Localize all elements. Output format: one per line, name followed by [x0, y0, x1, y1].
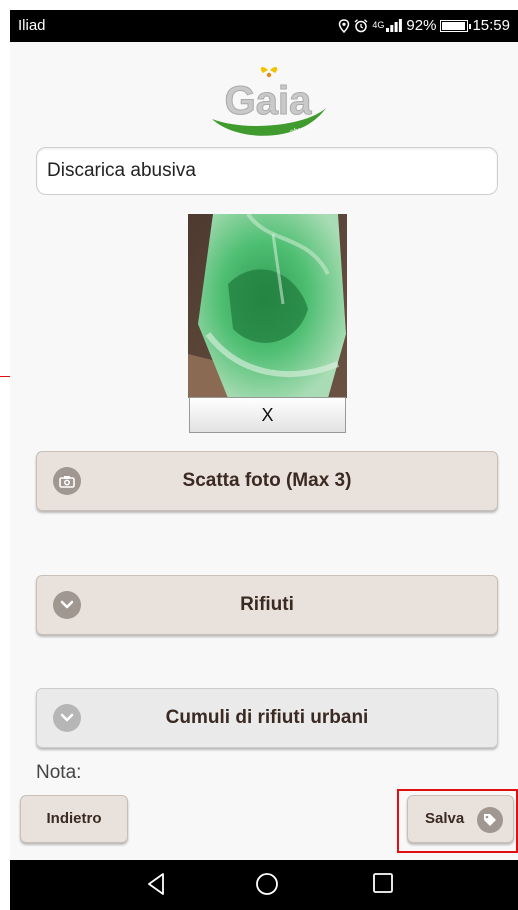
logo-wordmark: Gaia — [225, 79, 312, 123]
butterfly-icon — [260, 66, 278, 78]
alarm-icon — [354, 18, 368, 33]
bottom-toolbar: Indietro Salva — [10, 780, 518, 860]
back-triangle-icon[interactable] — [146, 872, 166, 901]
recents-square-icon[interactable] — [372, 872, 394, 899]
network-type: 4G — [372, 20, 385, 30]
remove-photo-button[interactable]: X — [189, 397, 346, 433]
report-title-input[interactable] — [36, 147, 498, 195]
take-photo-button[interactable]: Scatta foto (Max 3) — [36, 451, 498, 511]
clock: 15:59 — [472, 17, 510, 34]
location-icon — [338, 18, 350, 33]
battery-icon — [440, 19, 472, 32]
photo-thumbnail — [188, 214, 347, 398]
save-button-label: Salva — [425, 810, 465, 827]
subcategory-dropdown[interactable]: Cumuli di rifiuti urbani — [36, 688, 498, 748]
home-circle-icon[interactable] — [255, 872, 279, 901]
carrier-name: Iliad — [18, 17, 46, 34]
status-bar: Iliad 4G 92% 15:59 — [10, 10, 518, 42]
battery-percent: 92% — [406, 17, 437, 34]
back-button-label: Indietro — [46, 810, 102, 827]
signal-icon — [386, 19, 403, 32]
category-label: Rifiuti — [240, 594, 294, 615]
save-button[interactable]: Salva — [407, 795, 514, 843]
back-button[interactable]: Indietro — [20, 795, 128, 843]
category-dropdown[interactable]: Rifiuti — [36, 575, 498, 635]
subcategory-label: Cumuli di rifiuti urbani — [165, 707, 369, 728]
status-icons: 4G 92% 15:59 — [338, 17, 510, 34]
phone-screen: Iliad 4G 92% 15:59 Gaia observer Discari… — [10, 10, 518, 910]
note-label: Nota: — [36, 762, 82, 778]
app-logo: Gaia observer — [206, 62, 336, 144]
edge-annotation-mark — [0, 376, 10, 377]
android-nav-bar — [10, 860, 518, 910]
take-photo-label: Scatta foto (Max 3) — [182, 470, 352, 491]
tag-icon — [477, 807, 503, 833]
